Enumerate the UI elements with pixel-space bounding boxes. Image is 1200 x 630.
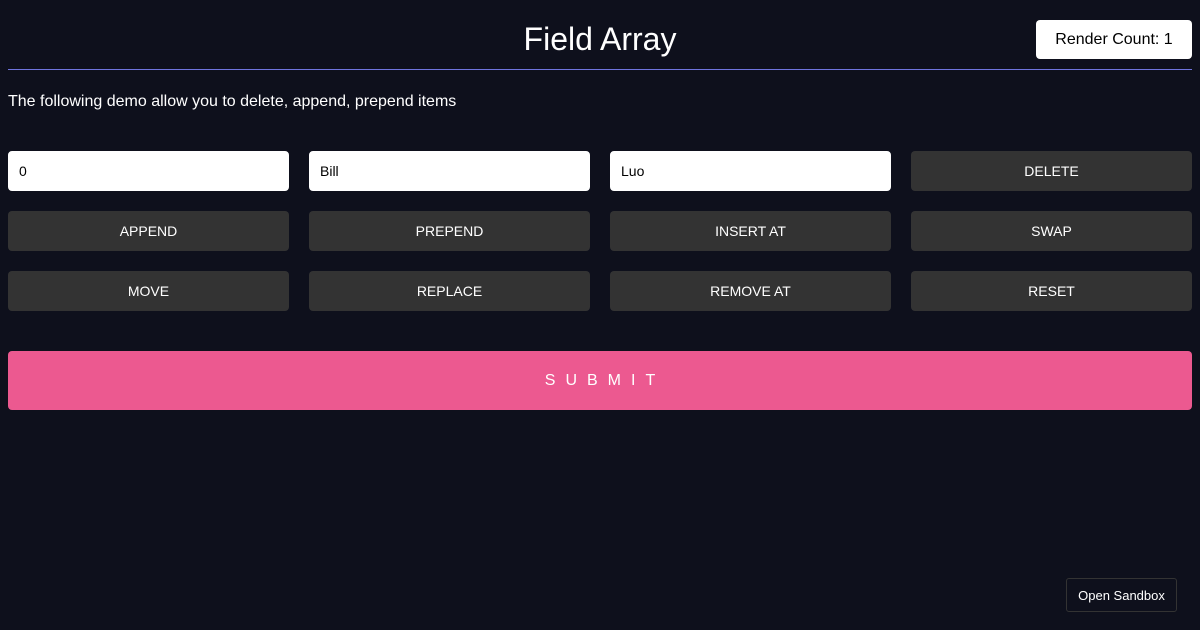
- last-name-input[interactable]: [610, 151, 891, 191]
- append-button[interactable]: APPEND: [8, 211, 289, 251]
- open-sandbox-button[interactable]: Open Sandbox: [1066, 578, 1177, 612]
- first-name-input[interactable]: [309, 151, 590, 191]
- prepend-button[interactable]: PREPEND: [309, 211, 590, 251]
- page-title: Field Array: [523, 21, 677, 57]
- header: Field Array Render Count: 1: [8, 0, 1192, 70]
- swap-button[interactable]: SWAP: [911, 211, 1192, 251]
- insert-at-button[interactable]: INSERT AT: [610, 211, 891, 251]
- submit-button[interactable]: SUBMIT: [8, 351, 1192, 410]
- delete-button[interactable]: DELETE: [911, 151, 1192, 191]
- remove-at-button[interactable]: REMOVE AT: [610, 271, 891, 311]
- replace-button[interactable]: REPLACE: [309, 271, 590, 311]
- field-array-form: DELETE APPEND PREPEND INSERT AT SWAP MOV…: [8, 151, 1192, 311]
- index-input[interactable]: [8, 151, 289, 191]
- render-count-badge: Render Count: 1: [1036, 20, 1192, 59]
- move-button[interactable]: MOVE: [8, 271, 289, 311]
- demo-description: The following demo allow you to delete, …: [8, 93, 457, 110]
- reset-button[interactable]: RESET: [911, 271, 1192, 311]
